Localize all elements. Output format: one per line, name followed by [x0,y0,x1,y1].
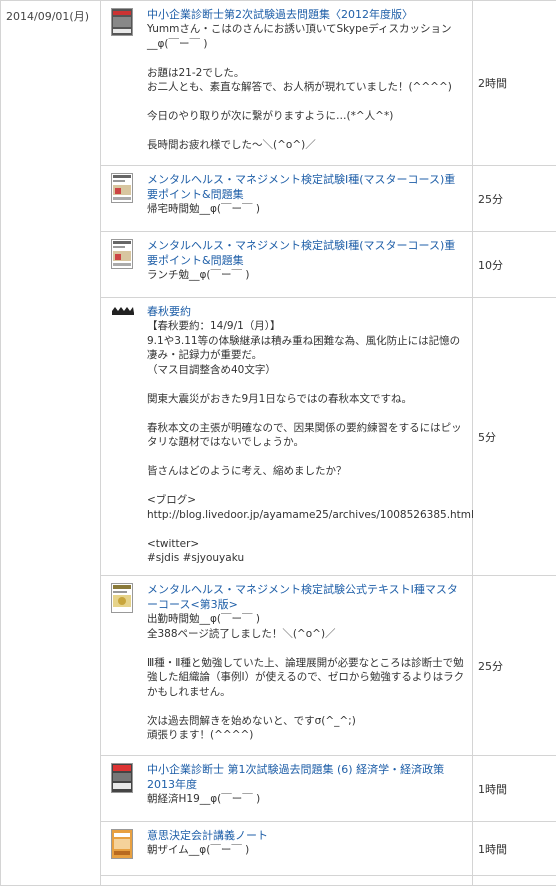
study-log-table: 2014/09/01(月) 中小企業診断士第2次試験過去問題集〈2012年度版〉… [0,0,556,886]
entry-cell: 中小企業診断士第2次試験過去問題集〈2012年度版〉 Yummさん・こはのさんに… [101,1,473,166]
entry-cell [101,876,473,886]
entry-cell: 意思決定会計講義ノート 朝ザイム__φ(￣ー￣ ) [101,822,473,876]
entry-cell: メンタルヘルス・マネジメント検定試験Ⅰ種(マスターコース)重要ポイント&問題集 … [101,166,473,232]
study-memo: 朝経済H19__φ(￣ー￣ ) [147,792,466,807]
log-row: 2014/09/01(月) 中小企業診断士第2次試験過去問題集〈2012年度版〉… [1,1,556,166]
book-title-link[interactable]: 意思決定会計講義ノート [147,828,466,843]
study-time: 1時間 [473,822,556,876]
book-title-link[interactable]: メンタルヘルス・マネジメント検定試験Ⅰ種(マスターコース)重要ポイント&問題集 [147,172,466,202]
book-cover-image[interactable] [111,763,135,807]
study-memo: 出勤時間勉__φ(￣ー￣ ) 全388ページ読了しました！＼(^o^)／ Ⅲ種・… [147,612,466,743]
study-memo: Yummさん・こはのさんにお誘い頂いてSkypeディスカッション__φ(￣ー￣ … [147,22,466,153]
study-memo: ランチ勉__φ(￣ー￣ ) [147,268,466,283]
book-title-link[interactable]: メンタルヘルス・マネジメント検定試験公式テキストⅠ種マスターコース<第3版> [147,582,466,612]
book-title-link[interactable]: 中小企業診断士 第1次試験過去問題集 (6) 経済学・経済政策 2013年度 [147,762,466,792]
entry-cell: メンタルヘルス・マネジメント検定試験Ⅰ種(マスターコース)重要ポイント&問題集 … [101,232,473,298]
book-cover-image[interactable] [111,173,135,217]
study-memo: 帰宅時間勉__φ(￣ー￣ ) [147,202,466,217]
book-cover-image[interactable] [111,583,135,743]
study-time: 5分 [473,298,556,576]
entry-cell: 春秋要約 【春秋要約：14/9/1（月）】 9.1や3.11等の体験継承は積み重… [101,298,473,576]
study-memo: 朝ザイム__φ(￣ー￣ ) [147,843,466,858]
study-memo: 【春秋要約：14/9/1（月）】 9.1や3.11等の体験継承は積み重ね困難な為… [147,319,466,566]
nikkei-logo-icon [111,305,135,566]
date-cell: 2014/09/01(月) [1,1,101,886]
book-title-link[interactable]: 春秋要約 [147,304,466,319]
study-time: 2時間 [473,1,556,166]
book-cover-image[interactable] [111,829,135,862]
entry-cell: メンタルヘルス・マネジメント検定試験公式テキストⅠ種マスターコース<第3版> 出… [101,576,473,756]
study-time: 25分 [473,166,556,232]
book-title-link[interactable]: メンタルヘルス・マネジメント検定試験Ⅰ種(マスターコース)重要ポイント&問題集 [147,238,466,268]
entry-cell: 中小企業診断士 第1次試験過去問題集 (6) 経済学・経済政策 2013年度 朝… [101,756,473,822]
study-time: 10分 [473,232,556,298]
study-time [473,876,556,886]
book-title-link[interactable]: 中小企業診断士第2次試験過去問題集〈2012年度版〉 [147,7,466,22]
study-time: 1時間 [473,756,556,822]
book-cover-image[interactable] [111,239,135,283]
book-cover-image[interactable] [111,8,135,153]
study-time: 25分 [473,576,556,756]
